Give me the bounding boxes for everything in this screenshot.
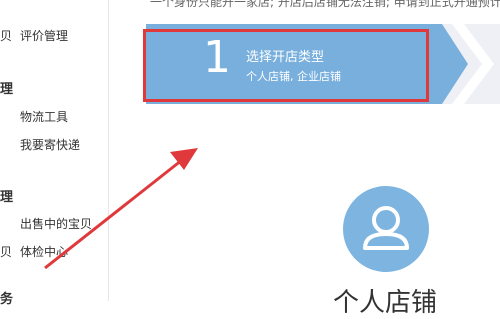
user-icon [343,186,429,272]
